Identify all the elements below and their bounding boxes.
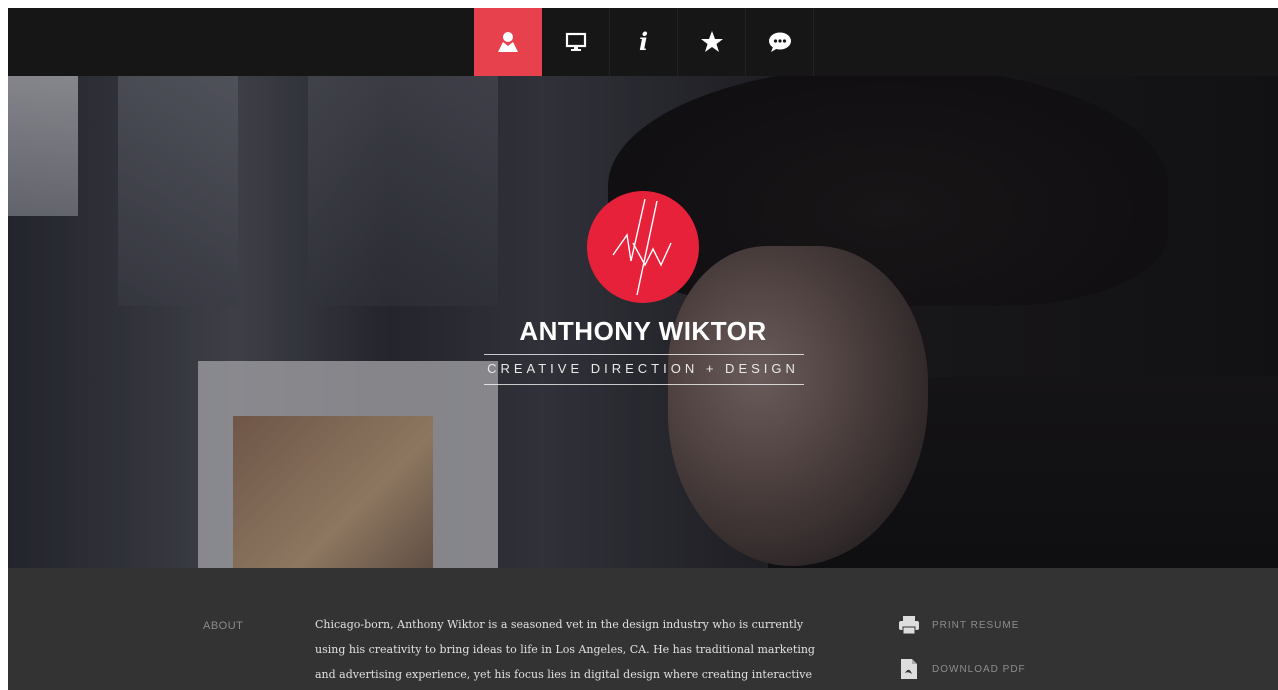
print-resume-button[interactable]: PRINT RESUME [898,614,1019,636]
top-nav: i [8,8,1278,76]
divider [484,354,804,355]
user-icon [498,32,518,52]
printer-icon [898,614,920,636]
download-pdf-button[interactable]: DOWNLOAD PDF [898,658,1026,680]
star-icon [700,31,723,52]
nav-items: i [474,8,814,76]
page: i ANTHONY WIKTOR CREATIVE DIRECTION + DE… [8,8,1278,690]
aw-monogram-icon [612,198,672,296]
aw-logo[interactable] [587,191,699,303]
monitor-icon [565,32,586,51]
pdf-file-icon [898,658,920,680]
hero-tagline: CREATIVE DIRECTION + DESIGN [487,361,799,376]
nav-item-contact[interactable] [746,8,814,76]
about-line: Chicago-born, Anthony Wiktor is a season… [315,618,804,631]
hero-section: ANTHONY WIKTOR CREATIVE DIRECTION + DESI… [8,76,1278,568]
print-resume-label: PRINT RESUME [932,619,1020,631]
about-text: Chicago-born, Anthony Wiktor is a season… [315,612,875,687]
nav-item-featured[interactable] [678,8,746,76]
nav-item-work[interactable] [542,8,610,76]
about-line: and advertising experience, yet his focu… [315,668,812,681]
download-pdf-label: DOWNLOAD PDF [932,663,1026,675]
nav-item-profile[interactable] [474,8,542,76]
about-line: using his creativity to bring ideas to l… [315,643,815,656]
about-section: ABOUT Chicago-born, Anthony Wiktor is a … [8,568,1278,690]
nav-item-info[interactable]: i [610,8,678,76]
about-label: ABOUT [203,620,244,632]
info-icon: i [638,27,649,56]
divider [484,384,804,385]
hero-name: ANTHONY WIKTOR [519,316,767,346]
chat-icon [768,32,791,52]
